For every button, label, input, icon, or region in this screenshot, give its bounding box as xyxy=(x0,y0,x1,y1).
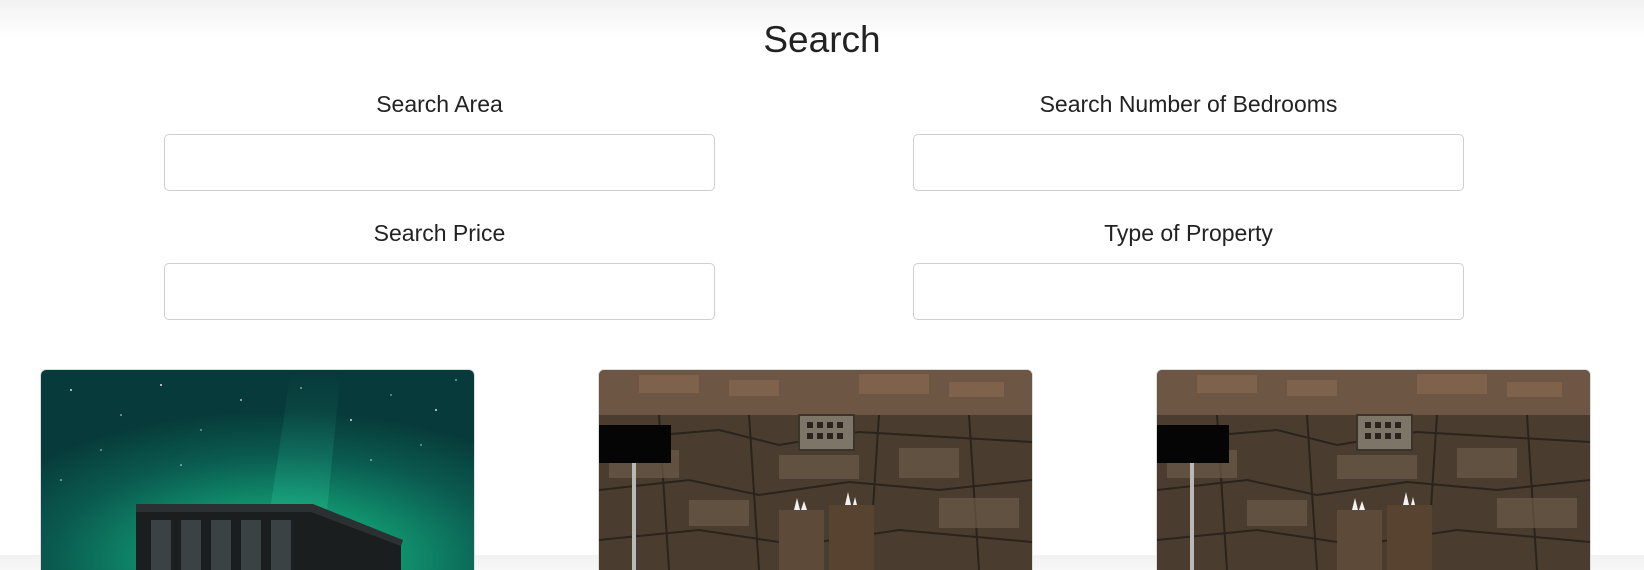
search-area-field: Search Area xyxy=(164,90,715,191)
listing-card[interactable] xyxy=(1156,369,1591,570)
search-area-label: Search Area xyxy=(376,91,503,117)
search-bedrooms-field: Search Number of Bedrooms xyxy=(913,90,1464,191)
listing-image-aurora-house xyxy=(41,370,474,570)
property-type-input[interactable] xyxy=(913,263,1464,320)
property-type-label: Type of Property xyxy=(1104,220,1273,246)
search-bedrooms-label: Search Number of Bedrooms xyxy=(1039,91,1338,117)
property-type-field: Type of Property xyxy=(913,219,1464,320)
page-title: Search xyxy=(763,19,881,60)
listing-card[interactable] xyxy=(40,369,475,570)
search-area-input[interactable] xyxy=(164,134,715,191)
listing-image-stone-interior xyxy=(1157,370,1590,570)
search-price-input[interactable] xyxy=(164,263,715,320)
listing-card[interactable] xyxy=(598,369,1033,570)
search-bedrooms-input[interactable] xyxy=(913,134,1464,191)
search-price-label: Search Price xyxy=(373,220,506,246)
search-price-field: Search Price xyxy=(164,219,715,320)
listing-image-stone-interior xyxy=(599,370,1032,570)
